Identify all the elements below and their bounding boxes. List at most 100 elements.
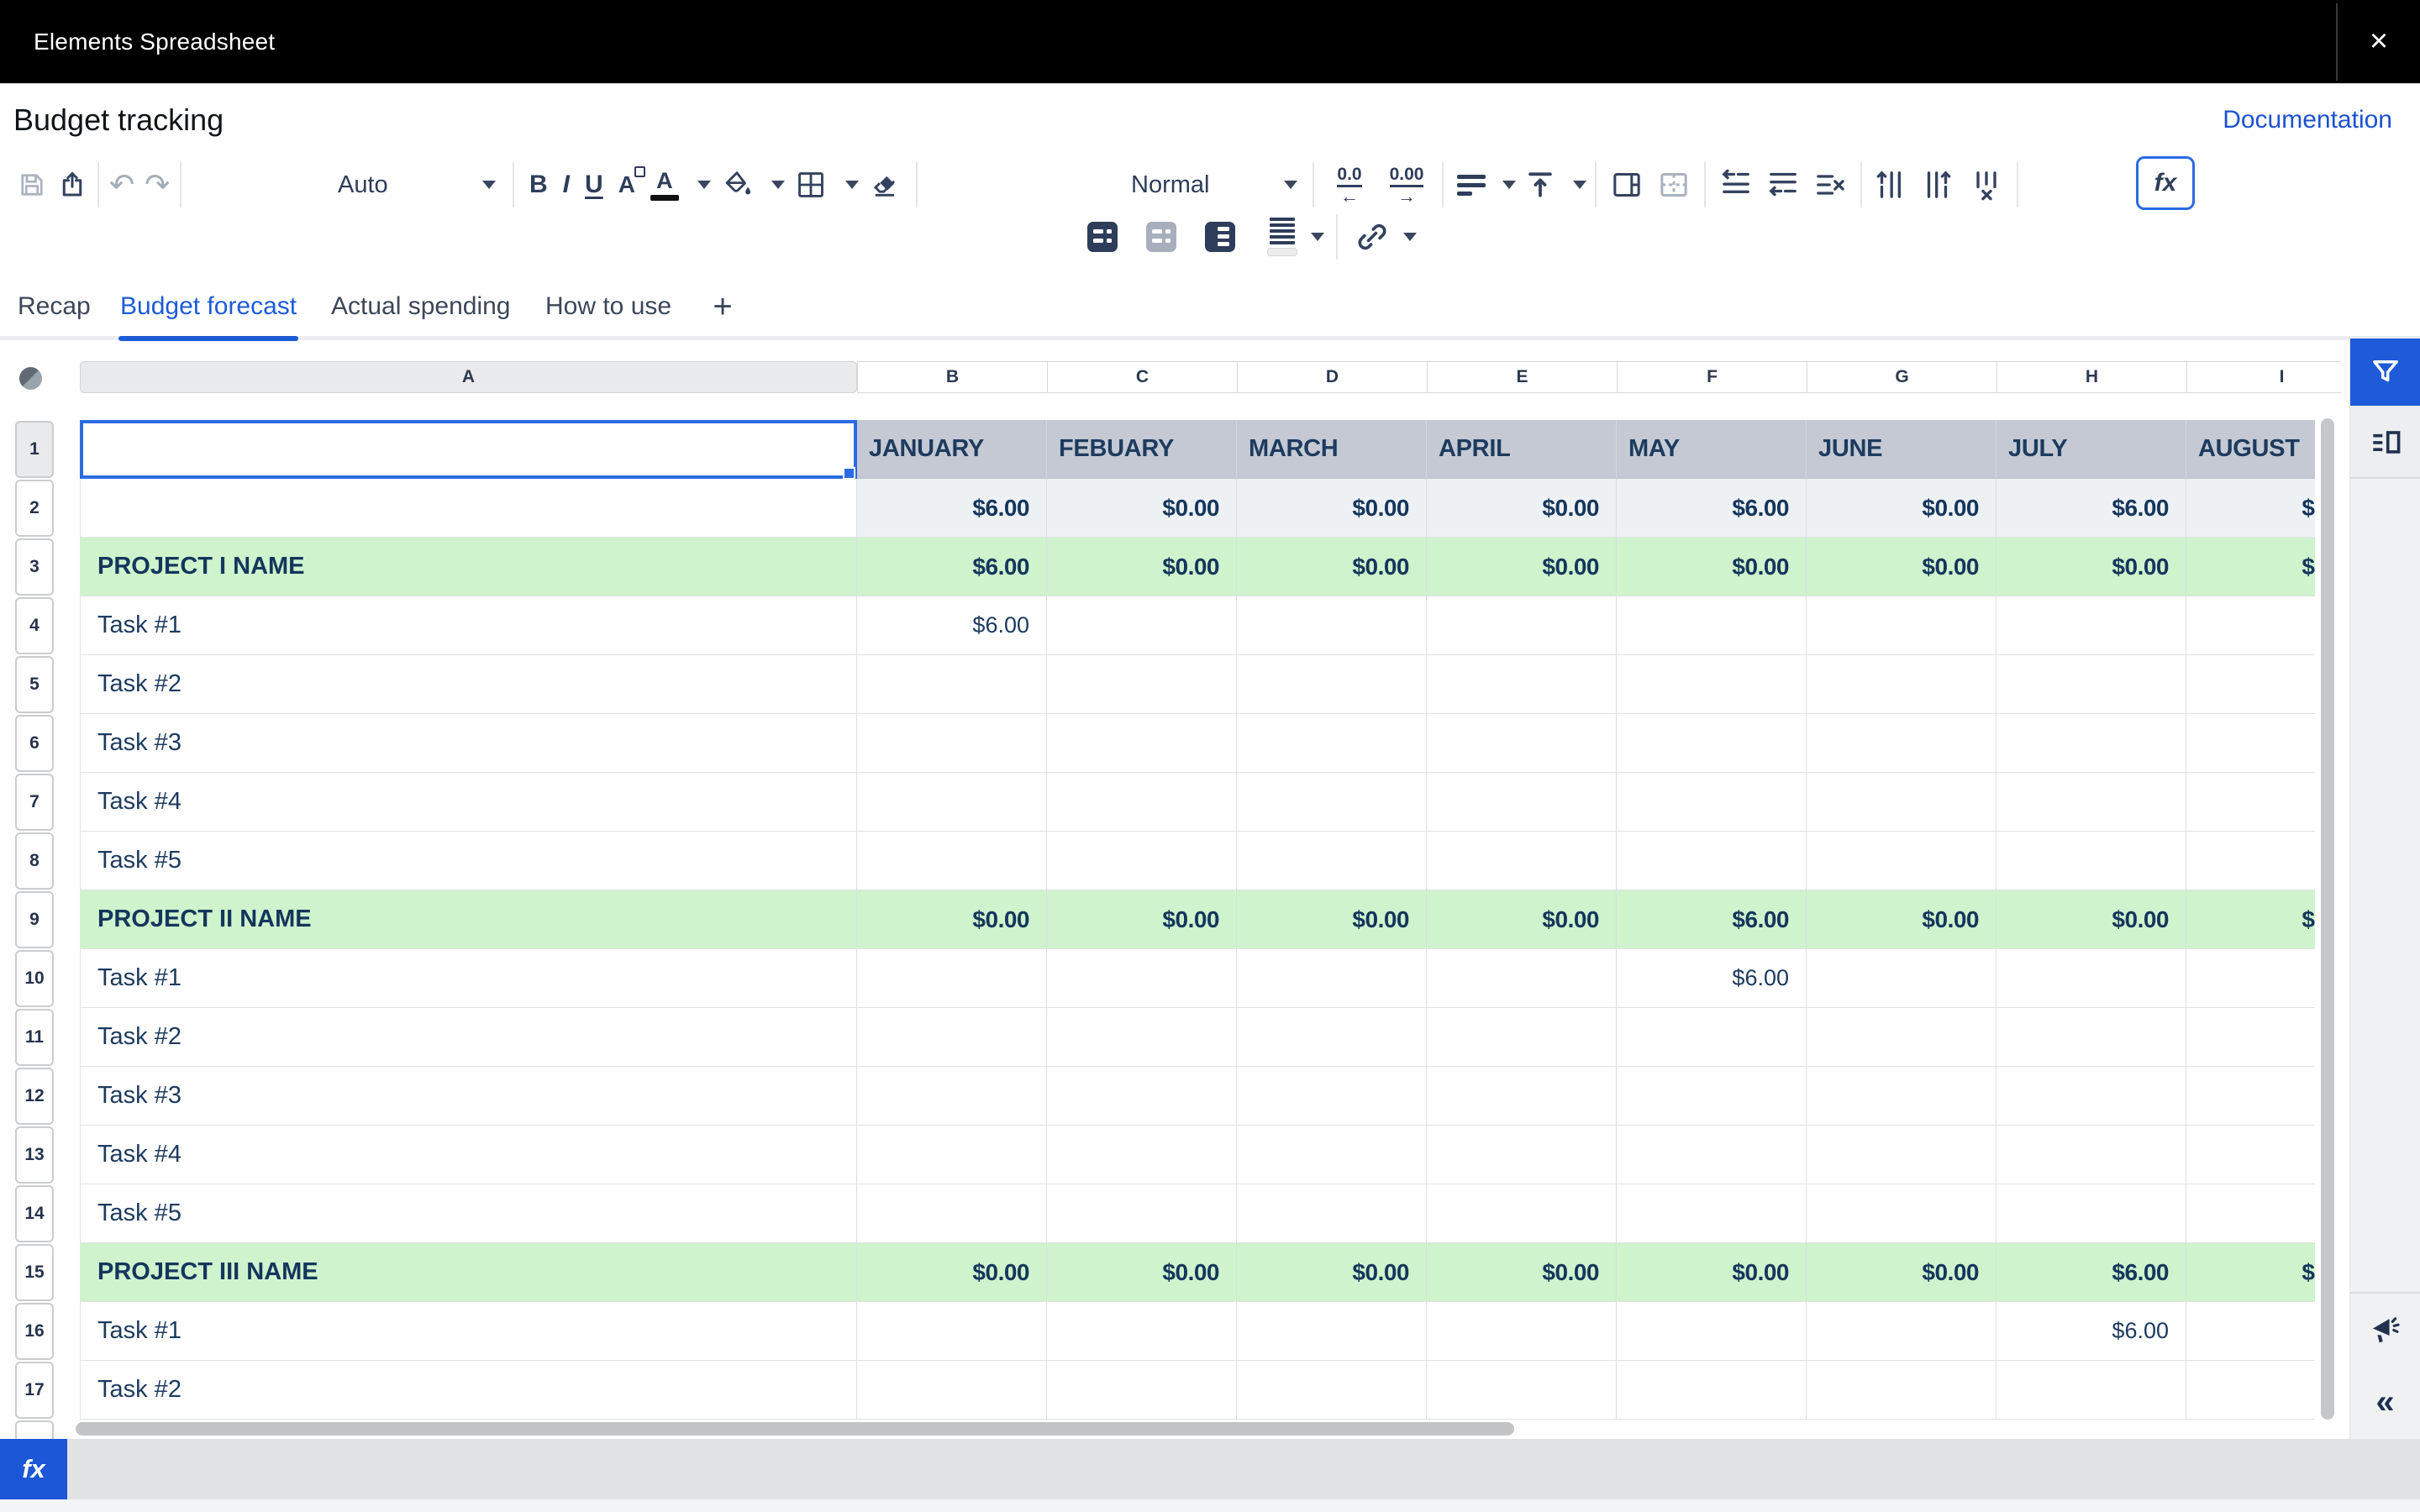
cell-I11[interactable] <box>2186 1008 2315 1067</box>
share-button[interactable] <box>52 161 92 208</box>
horizontal-align-dropdown[interactable] <box>1494 161 1516 208</box>
cell-H5[interactable] <box>1996 655 2186 714</box>
cell-G6[interactable] <box>1807 714 1996 773</box>
cell-F2[interactable]: $6.00 <box>1617 479 1807 538</box>
cell-D15[interactable]: $0.00 <box>1237 1243 1427 1302</box>
underline-button[interactable]: U <box>580 161 608 208</box>
cell-E14[interactable] <box>1427 1184 1617 1243</box>
cell-I2[interactable]: $0.00 <box>2186 479 2315 538</box>
cell-H10[interactable] <box>1996 949 2186 1008</box>
cell-F11[interactable] <box>1617 1008 1807 1067</box>
cell-G5[interactable] <box>1807 655 1996 714</box>
cell-H16[interactable]: $6.00 <box>1996 1302 2186 1361</box>
cell-D8[interactable] <box>1237 832 1427 890</box>
cell-I5[interactable] <box>2186 655 2315 714</box>
cell-H15[interactable]: $6.00 <box>1996 1243 2186 1302</box>
cell-E3[interactable]: $0.00 <box>1427 538 1617 596</box>
cell-F16[interactable] <box>1617 1302 1807 1361</box>
cell-A11[interactable]: Task #2 <box>80 1008 857 1067</box>
cell-E7[interactable] <box>1427 773 1617 832</box>
cell-H8[interactable] <box>1996 832 2186 890</box>
cell-F17[interactable] <box>1617 1361 1807 1420</box>
cell-E17[interactable] <box>1427 1361 1617 1420</box>
cell-F6[interactable] <box>1617 714 1807 773</box>
cell-E4[interactable] <box>1427 596 1617 655</box>
collapse-sidebar-button[interactable]: « <box>2350 1366 2420 1439</box>
cell-C3[interactable]: $0.00 <box>1047 538 1237 596</box>
insert-column-right-button[interactable] <box>1918 161 1961 208</box>
cell-A2[interactable] <box>80 479 857 538</box>
cell-G12[interactable] <box>1807 1067 1996 1126</box>
cell-C1[interactable]: FEBUARY <box>1047 420 1237 479</box>
column-header-H[interactable]: H <box>1996 361 2187 393</box>
cell-C10[interactable] <box>1047 949 1237 1008</box>
tab-budget-forecast[interactable]: Budget forecast <box>120 282 297 331</box>
cell-A12[interactable]: Task #3 <box>80 1067 857 1126</box>
cell-C4[interactable] <box>1047 596 1237 655</box>
cell-C9[interactable]: $0.00 <box>1047 890 1237 949</box>
vertical-align-dropdown[interactable] <box>1565 161 1586 208</box>
line-spacing-dropdown[interactable] <box>1302 213 1324 260</box>
cell-G7[interactable] <box>1807 773 1996 832</box>
cell-H14[interactable] <box>1996 1184 2186 1243</box>
cell-G4[interactable] <box>1807 596 1996 655</box>
cell-C5[interactable] <box>1047 655 1237 714</box>
redo-button[interactable]: ↷ <box>139 161 175 208</box>
delete-row-button[interactable] <box>1808 161 1852 208</box>
increase-decimal-button[interactable]: 0.00 → <box>1380 161 1434 208</box>
cell-C16[interactable] <box>1047 1302 1237 1361</box>
cell-A15[interactable]: PROJECT III NAME <box>80 1243 857 1302</box>
cell-F3[interactable]: $0.00 <box>1617 538 1807 596</box>
cell-I12[interactable] <box>2186 1067 2315 1126</box>
borders-button[interactable] <box>790 161 832 208</box>
bold-button[interactable]: B <box>524 161 553 208</box>
superscript-button[interactable]: A <box>613 161 640 208</box>
formula-bar-input[interactable] <box>67 1439 2420 1499</box>
announcements-button[interactable] <box>2350 1292 2420 1366</box>
clear-formatting-button[interactable] <box>864 161 906 208</box>
documentation-link[interactable]: Documentation <box>2223 84 2392 151</box>
cell-H17[interactable] <box>1996 1361 2186 1420</box>
cell-B3[interactable]: $6.00 <box>857 538 1047 596</box>
cell-E2[interactable]: $0.00 <box>1427 479 1617 538</box>
cell-I15[interactable]: $0.00 <box>2186 1243 2315 1302</box>
cell-E8[interactable] <box>1427 832 1617 890</box>
cell-F15[interactable]: $0.00 <box>1617 1243 1807 1302</box>
cell-I6[interactable] <box>2186 714 2315 773</box>
close-button[interactable]: × <box>2338 0 2420 83</box>
tab-recap[interactable]: Recap <box>18 282 91 331</box>
vertical-scrollbar[interactable] <box>2321 418 2334 1420</box>
cell-D13[interactable] <box>1237 1126 1427 1184</box>
cell-B2[interactable]: $6.00 <box>857 479 1047 538</box>
cell-F7[interactable] <box>1617 773 1807 832</box>
cell-F5[interactable] <box>1617 655 1807 714</box>
cell-D5[interactable] <box>1237 655 1427 714</box>
cell-A10[interactable]: Task #1 <box>80 949 857 1008</box>
row-header-18[interactable]: 18 <box>15 1420 54 1439</box>
row-header-5[interactable]: 5 <box>15 656 54 713</box>
cell-H13[interactable] <box>1996 1126 2186 1184</box>
table-style-banded-button[interactable] <box>1082 213 1123 260</box>
cell-E5[interactable] <box>1427 655 1617 714</box>
cell-A7[interactable]: Task #4 <box>80 773 857 832</box>
cell-C2[interactable]: $0.00 <box>1047 479 1237 538</box>
cell-A14[interactable]: Task #5 <box>80 1184 857 1243</box>
font-family-dropdown[interactable]: Auto <box>333 161 501 208</box>
cell-I1[interactable]: AUGUST <box>2186 420 2315 479</box>
cell-B12[interactable] <box>857 1067 1047 1126</box>
cell-A4[interactable]: Task #1 <box>80 596 857 655</box>
cell-F8[interactable] <box>1617 832 1807 890</box>
cell-E15[interactable]: $0.00 <box>1427 1243 1617 1302</box>
cell-E16[interactable] <box>1427 1302 1617 1361</box>
row-header-15[interactable]: 15 <box>15 1244 54 1301</box>
line-spacing-button[interactable] <box>1262 213 1302 260</box>
cell-G3[interactable]: $0.00 <box>1807 538 1996 596</box>
cell-I10[interactable] <box>2186 949 2315 1008</box>
insert-link-button[interactable] <box>1349 213 1395 260</box>
row-header-8[interactable]: 8 <box>15 832 54 890</box>
row-header-11[interactable]: 11 <box>15 1009 54 1066</box>
table-style-light-button[interactable] <box>1141 213 1181 260</box>
tab-actual-spending[interactable]: Actual spending <box>331 282 511 331</box>
cell-B1[interactable]: JANUARY <box>857 420 1047 479</box>
filter-button[interactable] <box>2350 339 2420 406</box>
